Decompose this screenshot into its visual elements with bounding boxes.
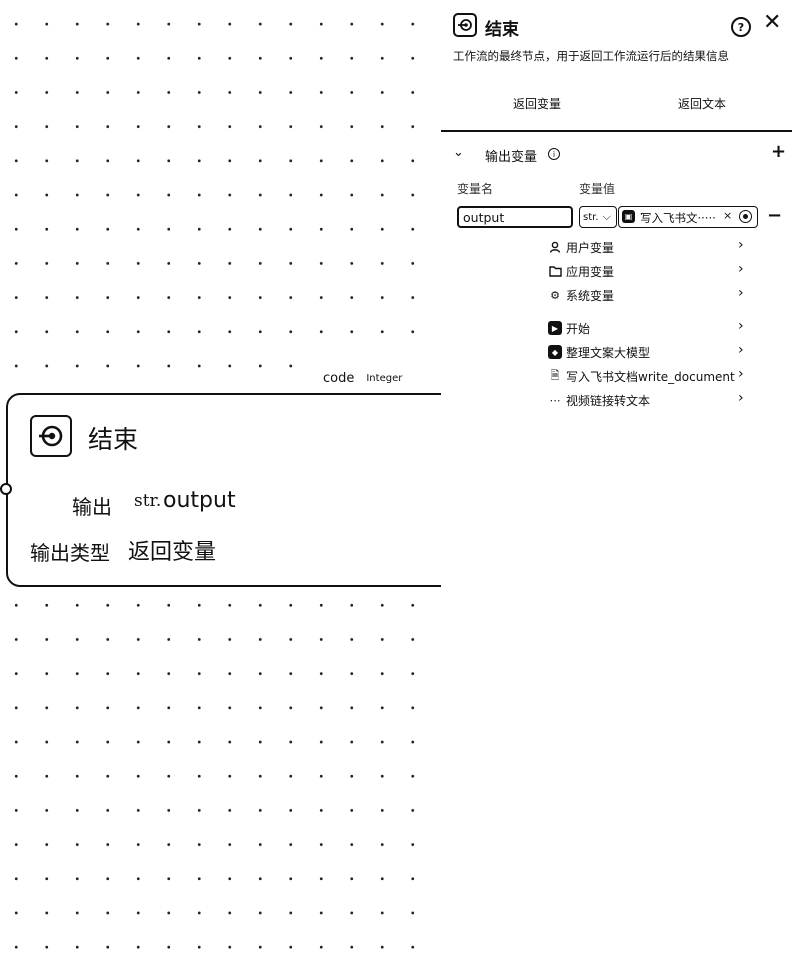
menu-item-user-variables[interactable]: 用户变量 › bbox=[548, 237, 748, 257]
output-mode-tabs: 返回变量 返回文本 bbox=[441, 82, 792, 132]
folder-icon bbox=[548, 264, 562, 278]
info-icon[interactable]: i bbox=[548, 148, 560, 160]
end-node-icon bbox=[30, 415, 72, 457]
variable-item-code: code Integer bbox=[312, 366, 428, 390]
menu-item-label: 整理文案大模型 bbox=[566, 345, 651, 360]
value-type-select[interactable]: str. ⌵ bbox=[579, 206, 617, 228]
document-node-icon: ▣ bbox=[622, 210, 635, 223]
menu-item-label: 视频链接转文本 bbox=[566, 393, 651, 408]
user-icon bbox=[548, 240, 562, 254]
tab-return-text[interactable]: 返回文本 bbox=[678, 95, 726, 112]
gear-icon: ⚙ bbox=[550, 288, 560, 302]
output-variables-section-header[interactable]: ⌄ 输出变量 i + bbox=[453, 141, 786, 165]
workflow-canvas[interactable]: code Integer log_id String msg String 结束… bbox=[0, 0, 470, 968]
end-node-icon bbox=[453, 13, 477, 37]
chevron-right-icon: › bbox=[738, 390, 744, 406]
node-title: 结束 bbox=[88, 425, 139, 454]
output-type-tag: str. bbox=[134, 491, 162, 511]
remove-variable-button[interactable]: − bbox=[767, 205, 782, 226]
video-plugin-icon: ⋯ bbox=[549, 393, 561, 407]
variable-name-input[interactable] bbox=[457, 206, 573, 228]
document-icon: 🗎 bbox=[550, 368, 560, 382]
chevron-right-icon: › bbox=[738, 261, 744, 277]
chevron-right-icon: › bbox=[738, 285, 744, 301]
input-port[interactable] bbox=[0, 483, 12, 495]
chevron-down-icon[interactable]: ⌄ bbox=[453, 145, 464, 160]
close-icon[interactable]: ✕ bbox=[763, 10, 781, 35]
column-header-value: 变量值 bbox=[579, 182, 616, 196]
chevron-right-icon: › bbox=[738, 366, 744, 382]
chevron-down-icon: ⌵ bbox=[602, 210, 611, 223]
reference-label: 写入飞书文····· bbox=[640, 211, 716, 225]
variable-type: Integer bbox=[366, 372, 403, 384]
node-config-panel: 结束 ? ✕ 工作流的最终节点，用于返回工作流运行后的结果信息 返回变量 返回文… bbox=[441, 0, 792, 968]
variable-name: code bbox=[323, 370, 355, 386]
chevron-right-icon: › bbox=[738, 342, 744, 358]
output-variable[interactable]: output bbox=[163, 488, 236, 513]
menu-item-write-document-node[interactable]: 🗎 写入飞书文档write_document › bbox=[548, 366, 748, 386]
menu-item-app-variables[interactable]: 应用变量 › bbox=[548, 261, 748, 281]
menu-item-label: 开始 bbox=[566, 321, 591, 336]
output-label: 输出 bbox=[72, 495, 112, 519]
help-icon[interactable]: ? bbox=[731, 17, 751, 37]
value-type-label: str. bbox=[583, 211, 599, 223]
menu-item-label: 用户变量 bbox=[566, 240, 615, 255]
menu-item-system-variables[interactable]: ⚙ 系统变量 › bbox=[548, 285, 748, 305]
panel-title: 结束 bbox=[485, 20, 519, 40]
variable-reference-field[interactable]: ▣ 写入飞书文····· × bbox=[618, 206, 758, 228]
llm-node-icon: ◆ bbox=[548, 345, 562, 359]
menu-item-label: 写入飞书文档write_document bbox=[566, 369, 735, 384]
menu-item-label: 系统变量 bbox=[566, 288, 615, 303]
menu-item-llm-node[interactable]: ◆ 整理文案大模型 › bbox=[548, 342, 748, 362]
tab-return-variable[interactable]: 返回变量 bbox=[513, 95, 561, 112]
panel-description: 工作流的最终节点，用于返回工作流运行后的结果信息 bbox=[453, 49, 729, 63]
target-icon[interactable] bbox=[739, 210, 752, 223]
output-kind-value: 返回变量 bbox=[128, 540, 217, 565]
menu-item-start-node[interactable]: ▶ 开始 › bbox=[548, 318, 748, 338]
menu-item-video-to-text-node[interactable]: ⋯ 视频链接转文本 › bbox=[548, 390, 748, 410]
start-node-icon: ▶ bbox=[548, 321, 562, 335]
section-title: 输出变量 bbox=[485, 150, 538, 165]
add-variable-button[interactable]: + bbox=[771, 141, 786, 162]
column-header-name: 变量名 bbox=[457, 182, 494, 196]
menu-item-label: 应用变量 bbox=[566, 264, 615, 279]
chevron-right-icon: › bbox=[738, 237, 744, 253]
clear-reference-icon[interactable]: × bbox=[723, 209, 732, 222]
end-node-card[interactable]: 结束 输出 str. output 输出类型 返回变量 bbox=[0, 393, 470, 587]
output-kind-label: 输出类型 bbox=[30, 541, 110, 565]
chevron-right-icon: › bbox=[738, 318, 744, 334]
